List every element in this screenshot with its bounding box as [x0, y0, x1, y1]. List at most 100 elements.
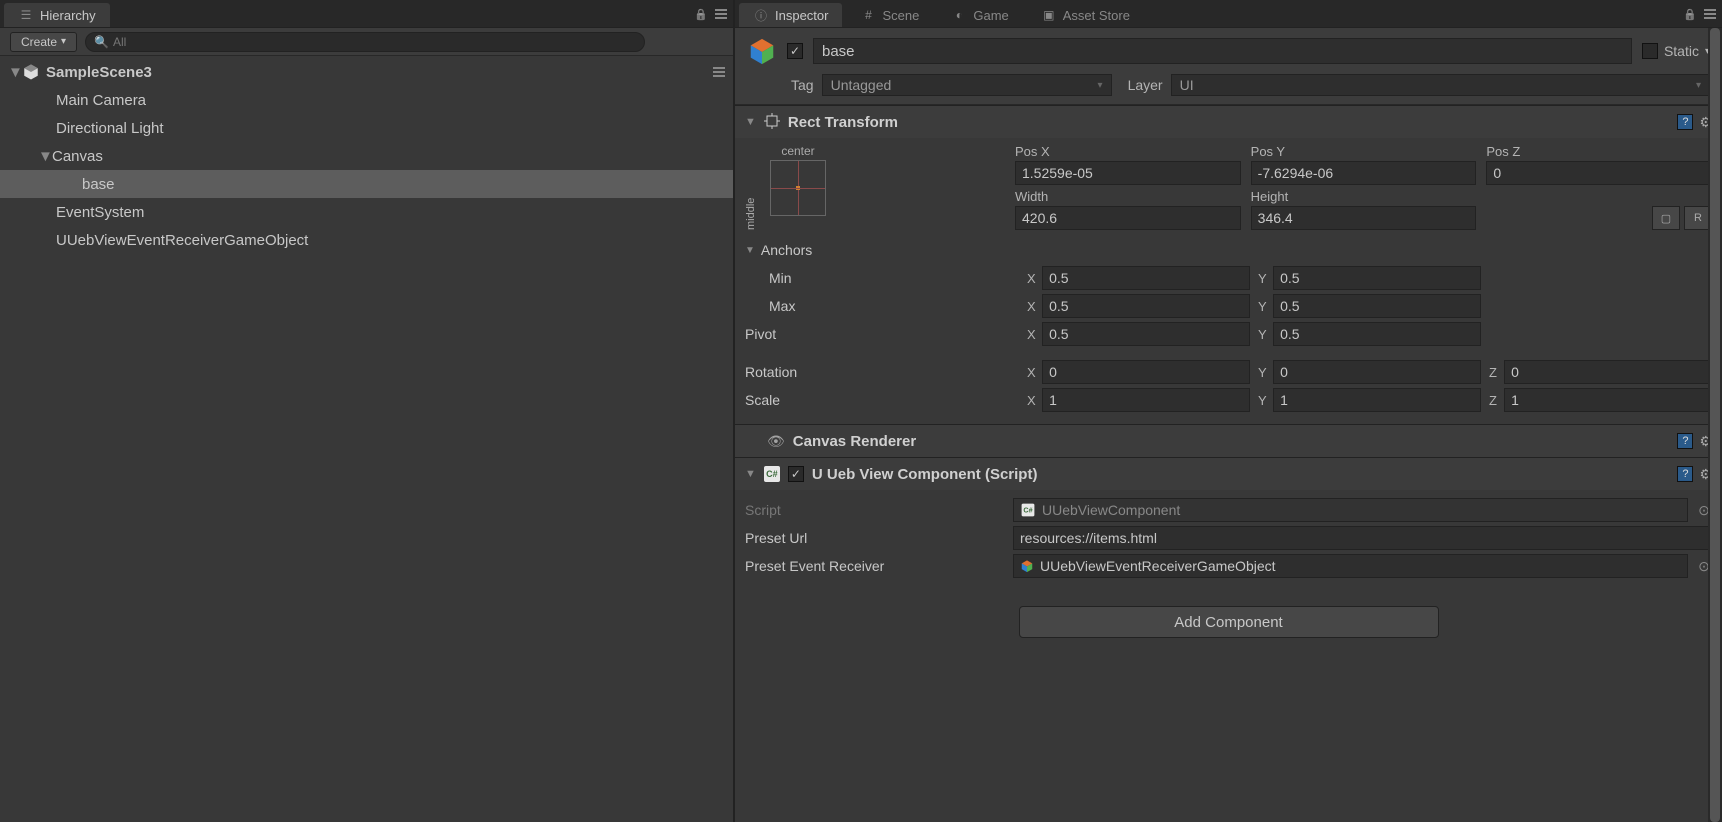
chevron-down-icon: ▾ [1098, 80, 1103, 91]
anchor-h-label: center [781, 144, 814, 158]
preset-url-input[interactable] [1020, 530, 1705, 546]
hierarchy-search[interactable]: 🔍 [85, 32, 645, 52]
scene-menu-icon[interactable] [713, 67, 725, 77]
pos-z-label: Pos Z [1486, 144, 1712, 159]
unity-logo-icon [22, 63, 40, 81]
rot-z-input[interactable] [1504, 360, 1712, 384]
tab-scene[interactable]: # Scene [846, 3, 933, 27]
layer-dropdown[interactable]: UI ▾ [1171, 74, 1710, 96]
fold-icon[interactable]: ▼ [8, 64, 22, 81]
pos-z-input[interactable] [1486, 161, 1712, 185]
hierarchy-item[interactable]: ▼Canvas [0, 142, 733, 170]
inspector-tab-bar: ⓘ Inspector # Scene ◐Game▣Asset Store [735, 0, 1722, 28]
tab-label: Scene [882, 8, 919, 23]
chevron-down-icon: ▾ [1696, 80, 1701, 91]
help-icon[interactable]: ? [1677, 114, 1693, 130]
tab-game[interactable]: ◐Game [937, 3, 1022, 27]
static-label: Static [1664, 43, 1699, 59]
tab-label: Asset Store [1063, 8, 1130, 23]
rect-transform-component: ▼ Rect Transform ? middle center [735, 105, 1722, 424]
gameobject-icon[interactable] [747, 36, 777, 66]
hierarchy-item-label: Canvas [52, 148, 103, 165]
scene-row[interactable]: ▼ SampleScene3 [0, 58, 733, 86]
hierarchy-search-input[interactable] [113, 35, 636, 49]
panel-menu-icon[interactable] [715, 9, 727, 19]
hierarchy-item[interactable]: base [0, 170, 733, 198]
hierarchy-item[interactable]: Directional Light [0, 114, 733, 142]
pos-y-input[interactable] [1251, 161, 1477, 185]
lock-icon[interactable] [1682, 6, 1698, 22]
anchor-min-x-input[interactable] [1042, 266, 1250, 290]
pac-icon: ◐ [951, 7, 967, 23]
help-icon[interactable]: ? [1677, 466, 1693, 482]
help-icon[interactable]: ? [1677, 433, 1693, 449]
height-input[interactable] [1251, 206, 1477, 230]
scrollbar-thumb[interactable] [1710, 28, 1720, 822]
lock-icon[interactable] [693, 6, 709, 22]
anchor-max-y-input[interactable] [1273, 294, 1481, 318]
hash-icon: # [860, 7, 876, 23]
rect-transform-icon [764, 113, 780, 132]
csharp-script-icon: C# [1022, 504, 1035, 517]
inspector-scrollbar[interactable] [1708, 28, 1722, 822]
scale-y-input[interactable] [1273, 388, 1481, 412]
preset-receiver-field[interactable]: UUebViewEventReceiverGameObject [1013, 554, 1688, 578]
search-icon: 🔍 [94, 35, 109, 49]
add-component-button[interactable]: Add Component [1019, 606, 1439, 638]
uuebview-component: ▼ C# U Ueb View Component (Script) ? Scr… [735, 457, 1722, 590]
static-checkbox[interactable] [1642, 43, 1658, 59]
object-name-input[interactable] [813, 38, 1632, 64]
tab-inspector[interactable]: ⓘ Inspector [739, 3, 842, 27]
hierarchy-item-label: Main Camera [56, 92, 146, 109]
hierarchy-item[interactable]: Main Camera [0, 86, 733, 114]
script-label: Script [745, 502, 1005, 518]
create-label: Create [21, 35, 57, 49]
fold-icon[interactable]: ▼ [38, 148, 52, 165]
inspector-header: Static ▾ Tag Untagged ▾ Layer UI ▾ [735, 28, 1722, 105]
fold-icon[interactable]: ▼ [745, 468, 756, 480]
pos-x-label: Pos X [1015, 144, 1241, 159]
pivot-x-input[interactable] [1042, 322, 1250, 346]
active-checkbox[interactable] [787, 43, 803, 59]
panel-menu-icon[interactable] [1704, 9, 1716, 19]
fold-icon[interactable]: ▼ [745, 116, 756, 128]
hierarchy-item[interactable]: EventSystem [0, 198, 733, 226]
layer-label: Layer [1128, 77, 1163, 93]
pos-x-input[interactable] [1015, 161, 1241, 185]
height-label: Height [1251, 189, 1477, 204]
hierarchy-tab[interactable]: ☰ Hierarchy [4, 3, 110, 27]
info-icon: ⓘ [753, 7, 769, 23]
width-input[interactable] [1015, 206, 1241, 230]
scale-z-input[interactable] [1504, 388, 1712, 412]
fold-icon[interactable]: ▼ [745, 245, 755, 256]
tab-label: Inspector [775, 8, 828, 23]
list-icon: ☰ [18, 7, 34, 23]
chevron-down-icon: ▾ [61, 36, 66, 47]
create-button[interactable]: Create ▾ [10, 32, 77, 52]
scale-x-input[interactable] [1042, 388, 1250, 412]
tag-label: Tag [791, 77, 814, 93]
gameobject-icon [1020, 559, 1034, 573]
blueprint-mode-button[interactable]: ▢ [1652, 206, 1680, 230]
inspector-panel: ⓘ Inspector # Scene ◐Game▣Asset Store Static… [735, 0, 1722, 822]
rot-x-input[interactable] [1042, 360, 1250, 384]
preset-url-field[interactable] [1013, 526, 1712, 550]
rotation-label: Rotation [745, 364, 985, 380]
anchors-label: Anchors [761, 242, 812, 258]
pivot-label: Pivot [745, 326, 985, 342]
hierarchy-tab-label: Hierarchy [40, 8, 96, 23]
tab-asset-store[interactable]: ▣Asset Store [1027, 3, 1144, 27]
hierarchy-item[interactable]: UUebViewEventReceiverGameObject [0, 226, 733, 254]
rot-y-input[interactable] [1273, 360, 1481, 384]
pivot-y-input[interactable] [1273, 322, 1481, 346]
component-title: Canvas Renderer [793, 433, 916, 450]
component-enabled-checkbox[interactable] [788, 466, 804, 482]
preset-url-label: Preset Url [745, 530, 1005, 546]
anchor-max-x-input[interactable] [1042, 294, 1250, 318]
anchor-min-y-input[interactable] [1273, 266, 1481, 290]
tag-dropdown[interactable]: Untagged ▾ [822, 74, 1112, 96]
preset-receiver-label: Preset Event Receiver [745, 558, 1005, 574]
anchor-preset-button[interactable] [770, 160, 826, 216]
scene-name: SampleScene3 [46, 64, 152, 81]
width-label: Width [1015, 189, 1241, 204]
